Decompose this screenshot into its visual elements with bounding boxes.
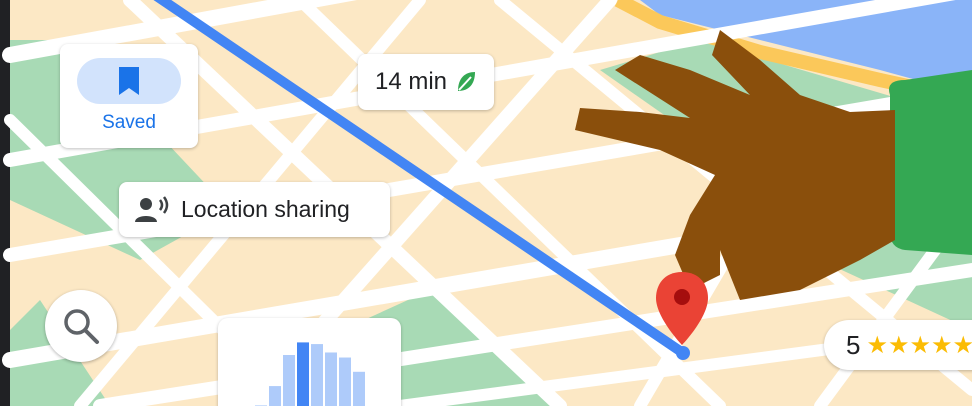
saved-label: Saved [102,112,156,133]
saved-card[interactable]: Saved [60,44,198,148]
popular-times-bar [297,342,309,406]
rating-value: 5 [846,329,861,360]
search-icon [64,309,99,344]
bookmark-icon [119,67,139,95]
popular-times-bar [311,344,323,406]
rating-chip[interactable]: 5 ★★★★★ [824,320,972,370]
popular-times-card[interactable] [218,318,401,406]
star-rating-icon: ★★★★★ [866,331,972,359]
popular-times-bar [353,371,365,406]
location-sharing-chip[interactable]: Location sharing [119,182,390,237]
route-end-dot [676,346,690,360]
person-sharing-icon [135,195,169,222]
map-illustration: Saved 14 min Location sharing 5 ★★★★★ [0,0,972,406]
popular-times-bar [283,355,295,406]
sleeve [889,70,972,255]
popular-times-bar [339,357,351,406]
leaf-icon [458,72,476,91]
popular-times-bar [325,352,337,406]
popular-times-bars [255,342,365,406]
saved-pill [77,58,181,104]
location-sharing-label: Location sharing [181,196,350,222]
popular-times-bar [269,386,281,406]
eta-chip[interactable]: 14 min [358,54,494,110]
search-button[interactable] [45,290,117,362]
eta-text: 14 min [374,68,448,95]
